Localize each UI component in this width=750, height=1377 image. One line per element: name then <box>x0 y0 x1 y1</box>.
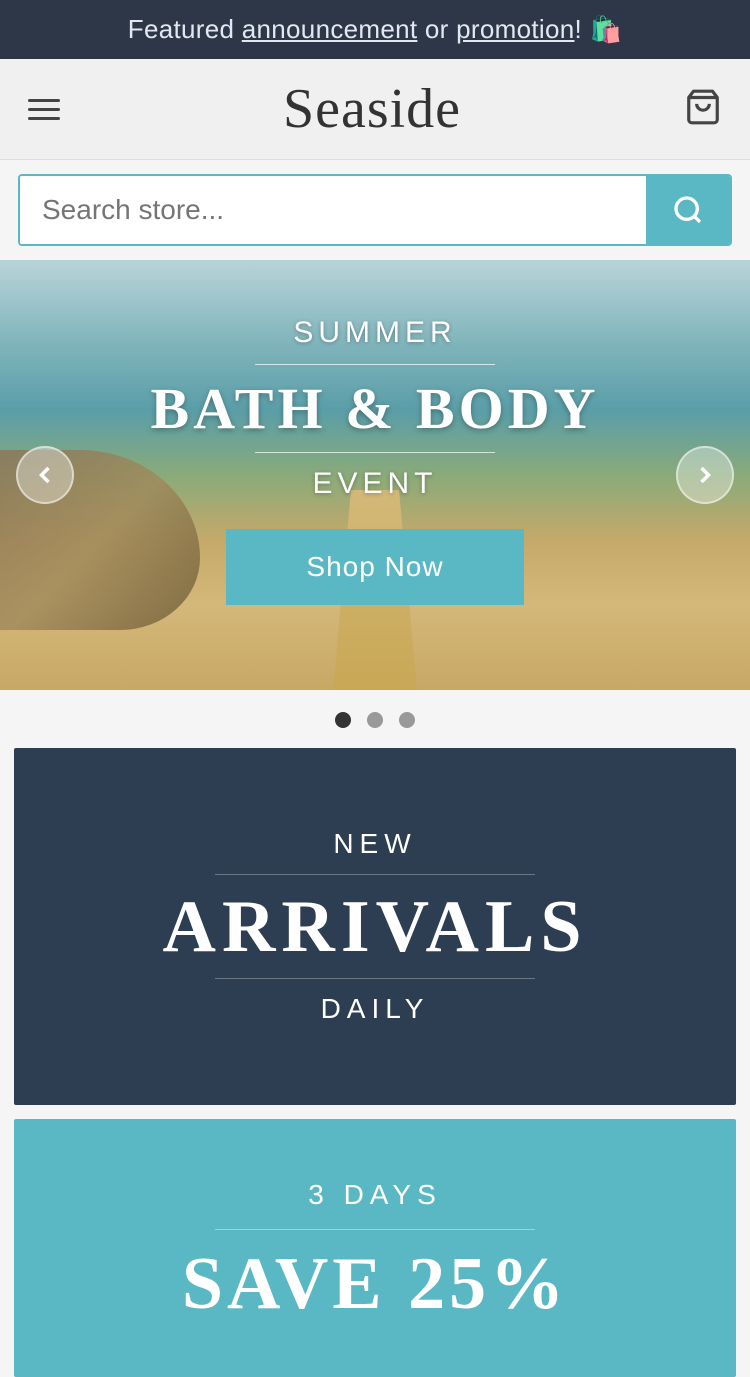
new-arrivals-title: ARRIVALS <box>54 885 696 970</box>
announcement-bar: Featured announcement or promotion! 🛍️ <box>0 0 750 59</box>
save-days-label: 3 DAYS <box>54 1179 696 1211</box>
header: Seaside <box>0 59 750 160</box>
search-button[interactable] <box>646 176 730 244</box>
carousel-dot-3[interactable] <box>399 712 415 728</box>
hero-banner: SUMMER BATH & BODY EVENT Shop Now <box>0 260 750 690</box>
hero-label-top: SUMMER <box>293 316 456 350</box>
cart-icon[interactable] <box>684 88 722 131</box>
hero-divider-top <box>255 364 495 365</box>
new-arrivals-label-bottom: DAILY <box>54 993 696 1025</box>
search-input[interactable] <box>20 176 646 244</box>
carousel-dots <box>0 690 750 748</box>
carousel-prev-button[interactable] <box>16 446 74 504</box>
search-bar <box>18 174 732 246</box>
hero-label-bottom: EVENT <box>312 467 437 501</box>
hamburger-menu-icon[interactable] <box>28 99 60 120</box>
carousel-dot-1[interactable] <box>335 712 351 728</box>
carousel-dot-2[interactable] <box>367 712 383 728</box>
promotion-link[interactable]: promotion <box>456 14 574 44</box>
save-divider <box>215 1229 535 1230</box>
arrivals-divider-bottom <box>215 978 535 979</box>
carousel-next-button[interactable] <box>676 446 734 504</box>
hero-title: BATH & BODY <box>151 375 600 442</box>
logo[interactable]: Seaside <box>283 77 461 141</box>
arrivals-divider-top <box>215 874 535 875</box>
shop-now-button[interactable]: Shop Now <box>226 529 523 605</box>
save-title: SAVE 25% <box>54 1242 696 1327</box>
save-section: 3 DAYS SAVE 25% <box>14 1119 736 1377</box>
new-arrivals-label-top: NEW <box>54 828 696 860</box>
hero-divider-bottom <box>255 452 495 453</box>
announcement-link[interactable]: announcement <box>242 14 418 44</box>
new-arrivals-section: NEW ARRIVALS DAILY <box>14 748 736 1105</box>
